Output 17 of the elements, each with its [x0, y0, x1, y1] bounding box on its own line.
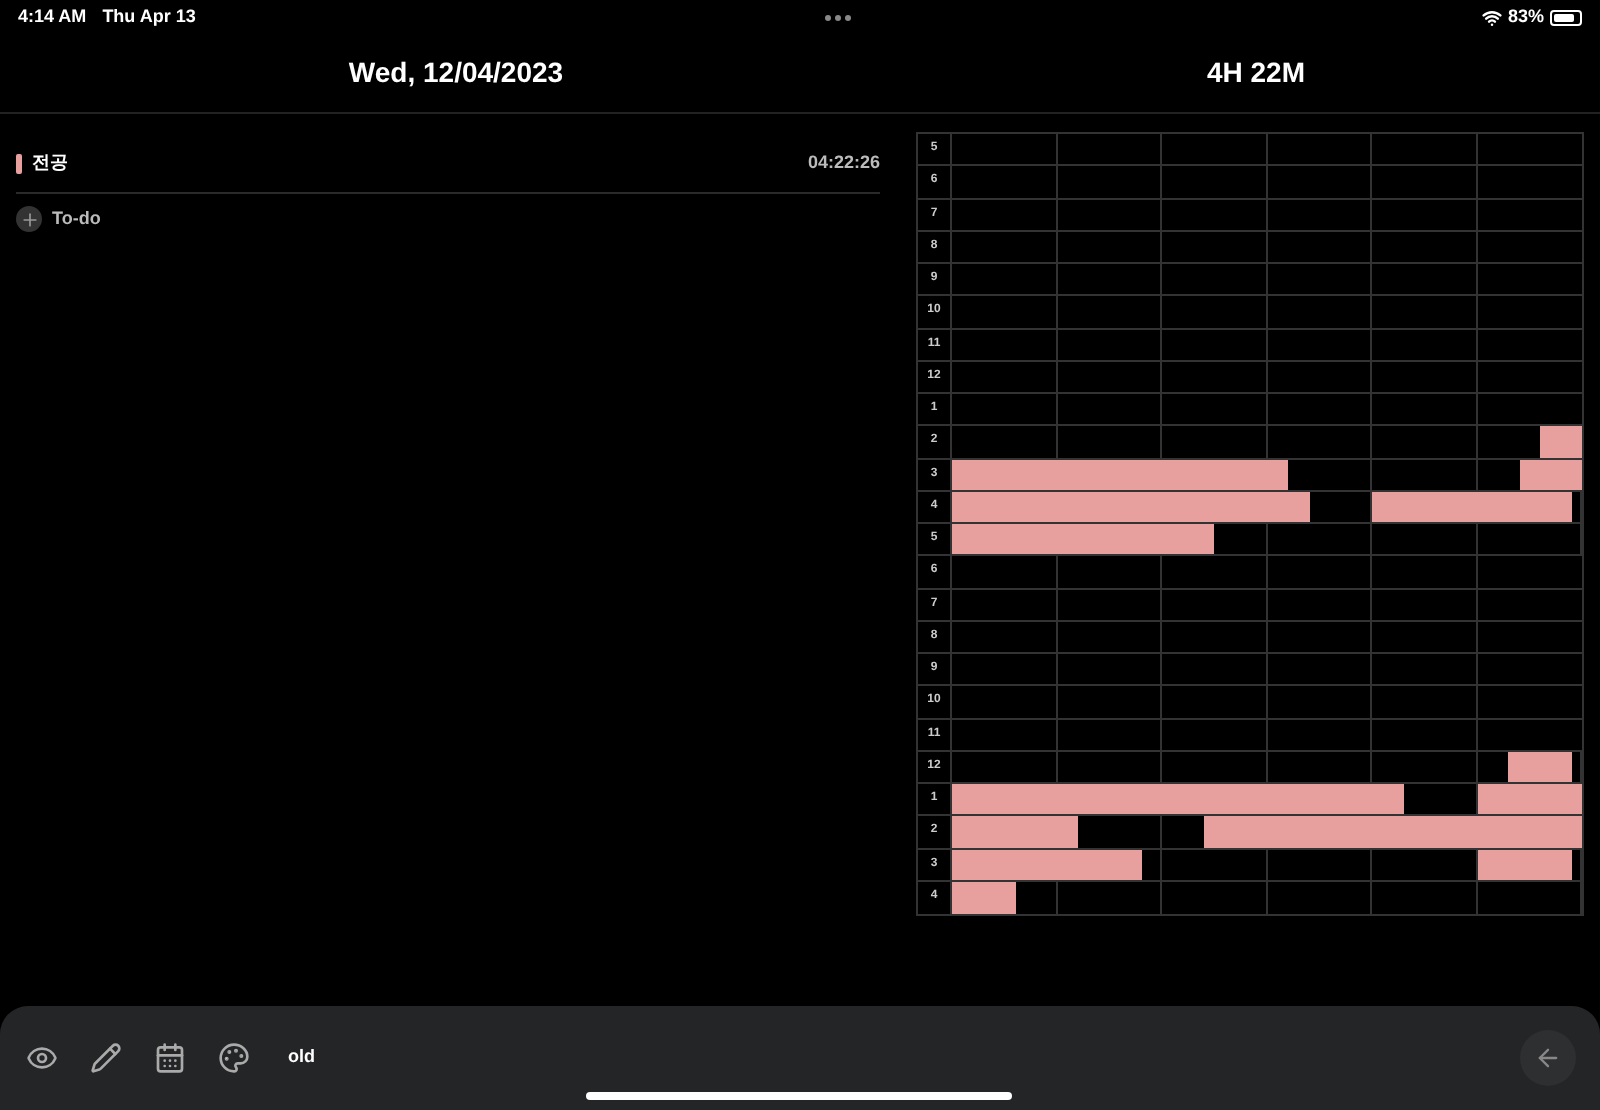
total-time: 4H 22M: [1206, 54, 1306, 92]
subject-name: 전공: [32, 149, 68, 176]
more-icon: [824, 13, 853, 21]
palette-icon[interactable]: [216, 1040, 252, 1076]
subject-time: 04:22:26: [807, 149, 880, 176]
old-button[interactable]: old: [288, 1044, 315, 1072]
back-button[interactable]: [1520, 1030, 1576, 1086]
battery-icon: [1550, 9, 1582, 25]
pencil-icon[interactable]: [88, 1040, 124, 1076]
battery-percent: 83%: [1507, 3, 1544, 30]
status-date: Thu Apr 13: [102, 3, 196, 30]
wifi-icon: [1481, 7, 1502, 27]
add-todo-button[interactable]: To-do: [16, 206, 101, 233]
calendar-icon[interactable]: [152, 1040, 188, 1076]
date-title: Wed, 12/04/2023: [348, 54, 564, 92]
plus-icon: [16, 206, 42, 233]
status-time: 4:14 AM: [18, 3, 87, 30]
